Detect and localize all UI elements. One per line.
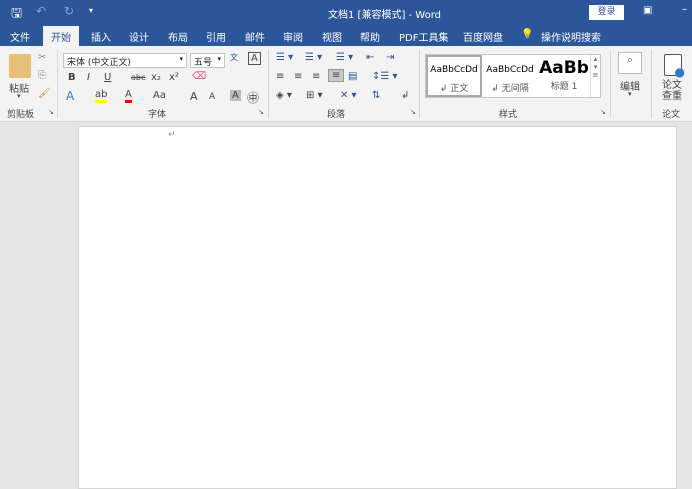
shrink-font-button[interactable]: A: [209, 92, 215, 102]
divider: [651, 50, 652, 118]
editing-dropdown-icon[interactable]: ▾: [628, 90, 632, 98]
clipboard-group-label: 剪贴板: [7, 110, 35, 120]
thesis-group-label: 论文: [662, 110, 681, 120]
minimize-icon[interactable]: –: [682, 4, 687, 15]
ribbon-tabs: 文件 开始 插入 设计 布局 引用 邮件 审阅 视图 帮助 PDF工具集 百度网…: [0, 24, 692, 46]
style-heading-1[interactable]: AaBb 标题 1: [538, 55, 590, 97]
tab-design[interactable]: 设计: [129, 29, 149, 44]
lightbulb-icon: 💡: [521, 29, 534, 40]
font-name-select[interactable]: 宋体 (中文正文) ▾: [63, 53, 187, 68]
sort-icon[interactable]: ⇅: [372, 90, 380, 101]
style-preview: AaBbCcDd: [430, 65, 478, 75]
clear-formatting-icon[interactable]: ⌫: [192, 71, 206, 82]
phonetic-guide-icon[interactable]: 文: [230, 52, 238, 63]
styles-launcher-icon[interactable]: ↘: [600, 108, 606, 116]
align-left-icon[interactable]: ≡: [276, 71, 284, 82]
tab-file[interactable]: 文件: [10, 29, 30, 44]
enclose-characters-icon[interactable]: ㊥: [247, 89, 259, 106]
decrease-indent-icon[interactable]: ⇤: [366, 52, 374, 63]
show-marks-icon[interactable]: ↲: [401, 90, 409, 101]
tab-layout[interactable]: 布局: [168, 29, 188, 44]
divider: [419, 50, 420, 118]
divider: [268, 50, 269, 118]
font-size-value: 五号: [194, 58, 213, 68]
tab-baidu-pan[interactable]: 百度网盘: [463, 29, 503, 44]
highlight-color-icon[interactable]: ab: [95, 89, 108, 103]
style-normal[interactable]: AaBbCcDd ↲ 正文: [426, 55, 482, 97]
bold-button[interactable]: B: [68, 72, 76, 83]
tab-mailings[interactable]: 邮件: [245, 29, 265, 44]
tab-pdf-tools[interactable]: PDF工具集: [399, 29, 448, 44]
thesis-check-button[interactable]: 论文 查重: [662, 80, 682, 102]
numbering-icon[interactable]: ☰ ▾: [305, 52, 322, 63]
style-no-spacing[interactable]: AaBbCcDd ↲ 无间隔: [482, 55, 538, 97]
tab-references[interactable]: 引用: [206, 29, 226, 44]
change-case-button[interactable]: Aa: [153, 90, 166, 101]
line-spacing-icon[interactable]: ↕☰ ▾: [372, 71, 398, 82]
cut-icon[interactable]: ✂: [38, 52, 46, 63]
divider: [57, 50, 58, 118]
ribbon-display-icon[interactable]: ▣: [643, 5, 652, 16]
font-name-value: 宋体 (中文正文): [67, 58, 131, 68]
ribbon: 粘贴 ▾ ✂ ⎘ 🖌 剪贴板 ↘ 宋体 (中文正文) ▾ 五号 ▾ 文 A B I …: [0, 46, 692, 122]
styles-group-label: 样式: [499, 110, 518, 120]
thesis-check-icon[interactable]: ●: [664, 54, 685, 79]
align-right-icon[interactable]: ≡: [312, 71, 320, 82]
strikethrough-button[interactable]: abc: [131, 73, 145, 82]
subscript-button[interactable]: x₂: [151, 72, 161, 83]
tab-review[interactable]: 审阅: [283, 29, 303, 44]
paste-icon[interactable]: [9, 54, 31, 78]
login-button[interactable]: 登录: [589, 5, 624, 20]
paragraph-group-label: 段落: [327, 110, 346, 120]
borders-icon[interactable]: ⊞ ▾: [306, 90, 323, 101]
save-icon[interactable]: 🖫: [11, 4, 22, 26]
increase-indent-icon[interactable]: ⇥: [386, 52, 394, 63]
italic-button[interactable]: I: [87, 72, 90, 83]
paste-dropdown-icon[interactable]: ▾: [17, 92, 21, 100]
paragraph-mark: ↵: [168, 130, 176, 140]
chinese-layout-icon[interactable]: ✕ ▾: [340, 90, 357, 101]
grow-font-button[interactable]: A: [190, 90, 198, 103]
divider: [610, 50, 611, 118]
tab-help[interactable]: 帮助: [360, 29, 380, 44]
styles-scroll[interactable]: ▴ ▾ ≡: [590, 55, 600, 97]
window-title: 文档1 [兼容模式] - Word: [328, 10, 442, 21]
style-name: ↲ 正文: [439, 84, 469, 94]
paragraph-launcher-icon[interactable]: ↘: [410, 108, 416, 116]
justify-icon[interactable]: ≡: [328, 69, 345, 82]
clipboard-launcher-icon[interactable]: ↘: [48, 108, 54, 116]
underline-button[interactable]: U: [104, 72, 111, 83]
style-preview: AaBb: [539, 58, 589, 78]
undo-icon[interactable]: ↶: [36, 4, 46, 18]
style-name: ↲ 无间隔: [491, 84, 529, 94]
shading-icon[interactable]: ◈ ▾: [276, 90, 292, 101]
multilevel-list-icon[interactable]: ☰ ▾: [336, 52, 353, 63]
character-shading-icon[interactable]: A: [230, 90, 241, 101]
bullets-icon[interactable]: ☰ ▾: [276, 52, 293, 63]
tab-home[interactable]: 开始: [43, 26, 79, 46]
font-size-select[interactable]: 五号 ▾: [190, 53, 225, 68]
title-bar: 🖫 ↶ ↻ ▾ 文档1 [兼容模式] - Word 登录 ▣ –: [0, 0, 692, 24]
document-page[interactable]: ↵: [78, 126, 677, 489]
font-group-label: 字体: [148, 110, 167, 120]
customize-qat-icon[interactable]: ▾: [89, 6, 93, 15]
tab-view[interactable]: 视图: [322, 29, 342, 44]
distributed-icon[interactable]: ▤: [348, 71, 357, 82]
copy-icon[interactable]: ⎘: [38, 70, 46, 81]
format-painter-icon[interactable]: 🖌: [38, 88, 51, 99]
tell-me-search[interactable]: 操作说明搜索: [541, 29, 601, 44]
character-border-icon[interactable]: A: [248, 52, 261, 65]
redo-icon[interactable]: ↻: [64, 4, 74, 18]
font-color-icon[interactable]: A: [125, 89, 132, 103]
text-effects-icon[interactable]: A: [66, 89, 74, 103]
superscript-button[interactable]: x²: [169, 72, 179, 83]
style-preview: AaBbCcDd: [486, 65, 534, 75]
find-icon[interactable]: ⌕: [618, 52, 642, 74]
style-name: 标题 1: [550, 82, 578, 92]
styles-gallery: AaBbCcDd ↲ 正文 AaBbCcDd ↲ 无间隔 AaBb 标题 1 ▴…: [425, 54, 601, 98]
align-center-icon[interactable]: ≡: [294, 71, 302, 82]
font-launcher-icon[interactable]: ↘: [258, 108, 264, 116]
tab-insert[interactable]: 插入: [91, 29, 111, 44]
